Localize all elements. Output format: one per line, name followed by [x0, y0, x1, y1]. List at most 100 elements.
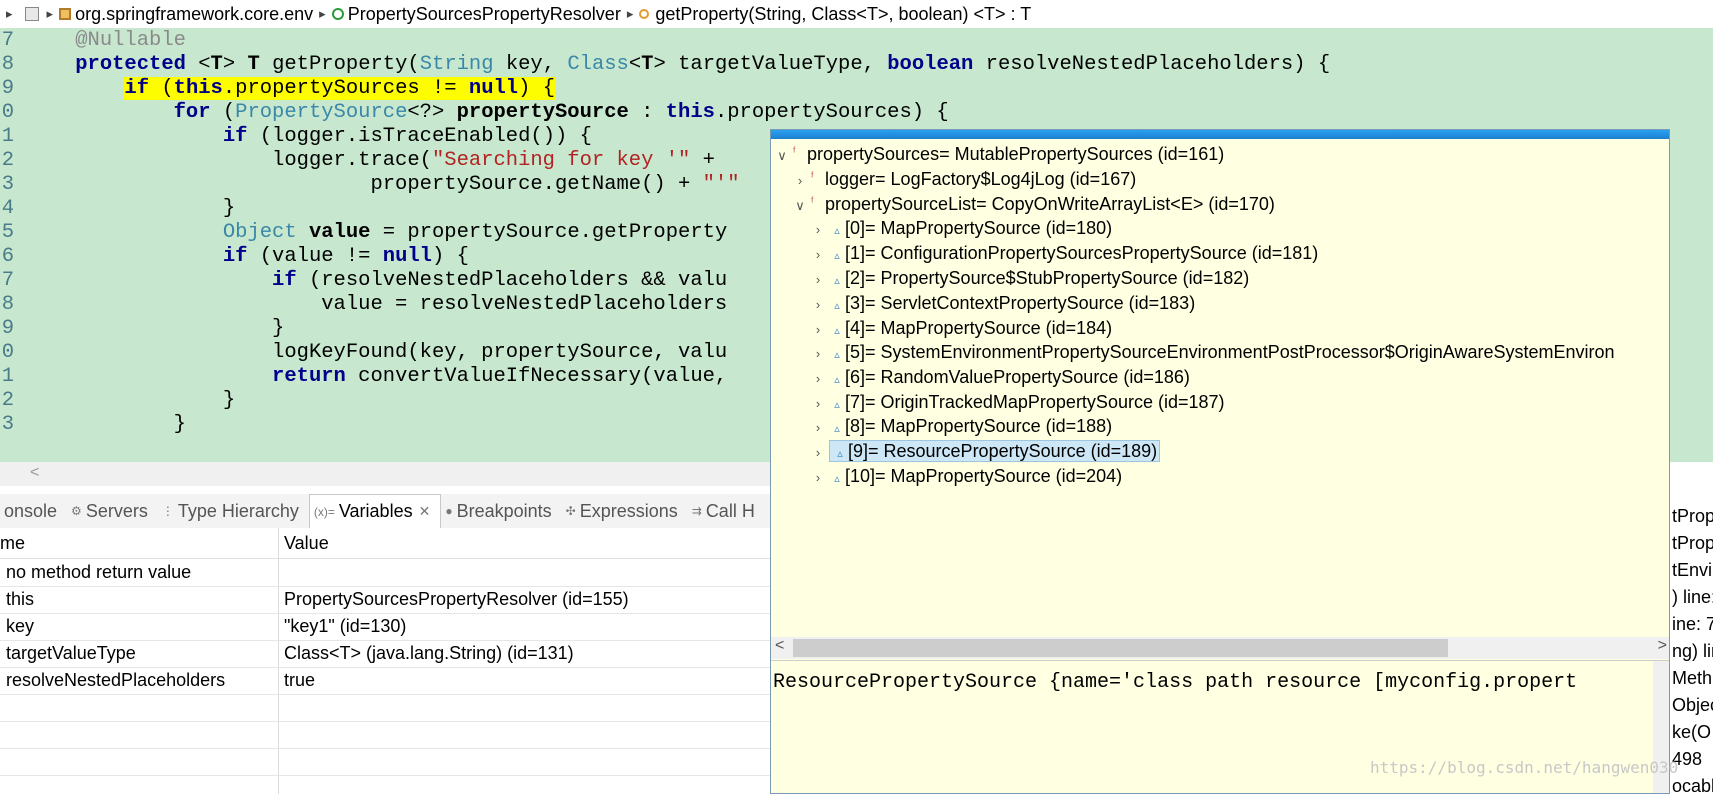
table-row[interactable]: resolveNestedPlaceholders true [0, 667, 780, 695]
chevron-right-icon[interactable]: ▸ [319, 6, 326, 22]
project-icon[interactable] [24, 7, 39, 21]
detail-text: ResourcePropertySource {name='class path… [773, 671, 1578, 694]
package-icon [59, 8, 72, 20]
code-line[interactable]: 0 for (PropertySource<?> propertySource … [0, 100, 1713, 126]
table-row[interactable] [0, 694, 780, 722]
table-row[interactable] [0, 721, 780, 749]
tree-item[interactable]: › ▵ [10]= MapPropertySource (id=204) [811, 463, 1122, 489]
table-row[interactable]: this PropertySourcesPropertyResolver (id=… [0, 586, 780, 614]
tab-label: Variables [338, 501, 413, 521]
tree-item-label: [6]= RandomValuePropertySource (id=186) [845, 367, 1190, 387]
variable-name: key [6, 616, 35, 636]
element-icon: ▵ [834, 473, 840, 485]
chevron-right-icon[interactable]: ▸ [6, 6, 13, 22]
line-number: 9 [1, 317, 14, 340]
stack-frame[interactable]: ng) lin [1672, 641, 1713, 662]
chevron-right-icon[interactable]: ▸ [47, 6, 54, 22]
tab-type-hierarchy[interactable]: ⋮ Type Hierarchy [158, 501, 309, 522]
watermark: https://blog.csdn.net/hangwen030 [1370, 758, 1679, 777]
tree-item[interactable]: › ▵ [4]= MapPropertySource (id=184) [811, 315, 1112, 341]
tree-item[interactable]: › ▵ [3]= ServletContextPropertySource (id=… [811, 290, 1195, 316]
column-header-name[interactable]: me [0, 533, 25, 554]
breadcrumb: ▸ ▸ org.springframework.core.env ▸ Prope… [0, 0, 1713, 28]
stack-frame[interactable]: tProp [1672, 506, 1713, 527]
tab-expressions[interactable]: ✣ Expressions [562, 501, 688, 522]
tree-item-root[interactable]: ∨ ᶠ propertySources= MutablePropertySource… [775, 141, 1224, 167]
tab-label: onsole [4, 500, 58, 521]
table-row[interactable]: key "key1" (id=130) [0, 613, 780, 641]
tree-item-selected[interactable]: › ▵ [9]= ResourcePropertySource (id=189) [811, 438, 1161, 464]
chevron-down-icon[interactable]: ∨ [775, 143, 789, 169]
stack-frame[interactable]: ine: 7 [1672, 614, 1713, 635]
line-number: 3 [1, 413, 14, 436]
line-number: 4 [1, 197, 14, 220]
hierarchy-icon: ⋮ [161, 504, 174, 518]
column-header-value[interactable]: Value [284, 533, 329, 554]
chevron-right-icon[interactable]: › [811, 465, 825, 491]
tree-item[interactable]: › ▵ [7]= OriginTrackedMapPropertySource (i… [811, 389, 1225, 415]
breadcrumb-package[interactable]: org.springframework.core.env [75, 4, 313, 25]
tree-item[interactable]: › ▵ [1]= ConfigurationPropertySourcesPrope… [811, 240, 1318, 266]
call-hierarchy-icon: ⇉ [691, 504, 702, 518]
tree-item-label: [7]= OriginTrackedMapPropertySource (id=… [845, 392, 1225, 412]
tree-item[interactable]: › ▵ [6]= RandomValuePropertySource (id=186… [811, 364, 1190, 390]
expressions-icon: ✣ [565, 504, 576, 518]
popup-title-bar[interactable] [771, 130, 1669, 139]
tree-item[interactable]: › ▵ [2]= PropertySource$StubPropertySource… [811, 265, 1249, 291]
stack-frame[interactable]: ) line: [1672, 587, 1713, 608]
code-line[interactable]: 8 protected <T> T getProperty(String key… [0, 52, 1713, 78]
line-number: 6 [1, 245, 14, 268]
selected-row[interactable]: ▵ [9]= ResourcePropertySource (id=189) [829, 440, 1161, 462]
stack-frame[interactable]: ocable [1672, 776, 1713, 794]
code-line-current[interactable]: 9 if (this.propertySources != null) { [0, 76, 1713, 102]
variables-icon: (x)= [313, 504, 335, 519]
variable-name: no method return value [6, 562, 192, 582]
line-number: 8 [1, 53, 14, 76]
breadcrumb-class[interactable]: PropertySourcesPropertyResolver [348, 4, 621, 25]
chevron-down-icon[interactable]: ∨ [793, 193, 807, 219]
table-row[interactable]: no method return value [0, 559, 780, 587]
tree-item[interactable]: › ▵ [0]= MapPropertySource (id=180) [811, 215, 1112, 241]
tab-variables[interactable]: (x)= Variables ✕ [308, 493, 442, 529]
variable-value: "key1" (id=130) [284, 616, 407, 636]
tree-item-logger[interactable]: › ᶠ logger= LogFactory$Log4jLog (id=167) [793, 166, 1136, 192]
line-number: 9 [1, 77, 14, 100]
tree-item[interactable]: › ▵ [5]= SystemEnvironmentPropertySourceEn… [811, 339, 1615, 365]
servers-icon: ⚙ [71, 504, 82, 518]
variable-value: PropertySourcesPropertyResolver (id=155) [284, 589, 629, 609]
tab-breakpoints[interactable]: ● Breakpoints [441, 501, 561, 522]
stack-frame[interactable]: Meth [1672, 668, 1712, 689]
tab-call-hierarchy[interactable]: ⇉ Call H [688, 501, 765, 522]
line-number: 3 [1, 173, 14, 196]
inspect-popup[interactable]: ∨ ᶠ propertySources= MutablePropertySource… [770, 129, 1670, 794]
stack-frame[interactable]: tProp [1672, 533, 1713, 554]
table-row[interactable] [0, 748, 780, 776]
stack-frame[interactable]: tEnvi [1672, 560, 1712, 581]
tree-item[interactable]: › ▵ [8]= MapPropertySource (id=188) [811, 413, 1112, 439]
editor-horizontal-scrollbar[interactable]: < [0, 462, 780, 486]
method-icon [639, 9, 650, 19]
tab-console[interactable]: onsole [0, 501, 67, 522]
tree-item-label: propertySourceList= CopyOnWriteArrayList… [825, 194, 1275, 214]
scroll-left-icon[interactable]: < [775, 637, 784, 655]
line-number: 7 [1, 269, 14, 292]
code-line[interactable]: 7 @Nullable [0, 28, 1713, 54]
table-row[interactable]: targetValueType Class<T> (java.lang.Strin… [0, 640, 780, 668]
tab-label: Breakpoints [456, 500, 552, 521]
line-number: 0 [1, 101, 14, 124]
breadcrumb-method[interactable]: getProperty(String, Class<T>, boolean) <… [655, 4, 1031, 25]
scroll-right-icon[interactable]: > [1658, 637, 1667, 655]
close-icon[interactable]: ✕ [419, 503, 431, 520]
debug-views-tabbar: onsole ⚙ Servers ⋮ Type Hierarchy (x)= Vari… [0, 493, 780, 529]
scrollbar-thumb[interactable] [793, 639, 1448, 657]
debug-highlight: if (this.propertySources != null) { [124, 77, 556, 100]
popup-horizontal-scrollbar[interactable]: < > [771, 637, 1669, 659]
scroll-left-icon[interactable]: < [30, 464, 39, 482]
tree-item-list[interactable]: ∨ ᶠ propertySourceList= CopyOnWriteArrayLi… [793, 191, 1275, 217]
line-number: 1 [1, 125, 14, 148]
stack-frame[interactable]: Object [1672, 695, 1713, 716]
tab-servers[interactable]: ⚙ Servers [67, 501, 158, 522]
stack-frame[interactable]: ke(O [1672, 722, 1711, 743]
chevron-right-icon[interactable]: ▸ [627, 6, 634, 22]
variable-tree: ∨ ᶠ propertySources= MutablePropertySource… [771, 139, 1669, 639]
